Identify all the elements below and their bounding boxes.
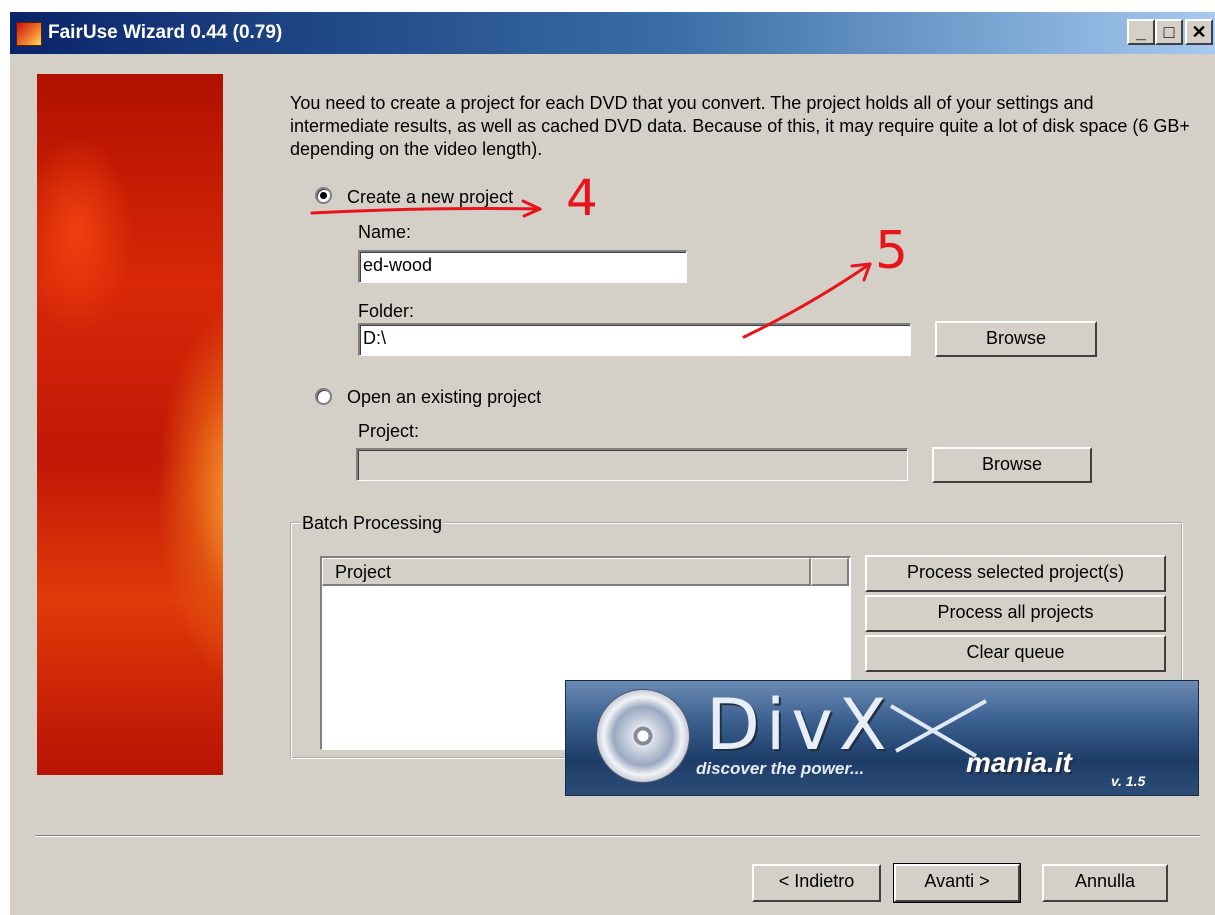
annotation-number-5: 5 (875, 221, 908, 281)
annotation-arrow-5 (742, 262, 872, 339)
annotation-arrow-4 (310, 199, 542, 218)
annotation-number-4: 4 (566, 169, 598, 227)
red-annotations: 4 5 (310, 169, 908, 339)
